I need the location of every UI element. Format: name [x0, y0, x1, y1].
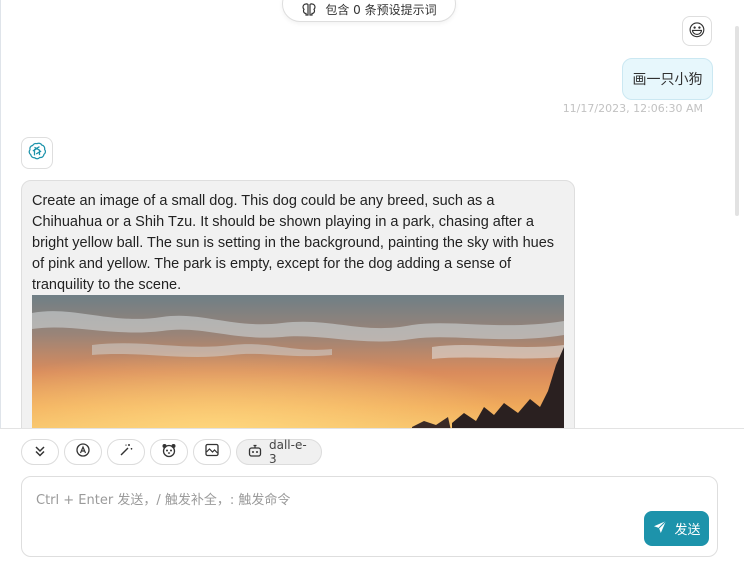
robot-icon	[247, 443, 263, 462]
chevrons-down-icon	[33, 443, 47, 462]
openai-icon	[27, 141, 47, 165]
mask-button[interactable]	[150, 439, 188, 465]
user-avatar[interactable]: 😃	[682, 16, 712, 46]
send-label: 发送	[674, 523, 701, 538]
send-icon	[652, 519, 668, 539]
theme-toggle-button[interactable]	[64, 439, 102, 465]
image-upload-button[interactable]	[193, 439, 231, 465]
magic-wand-icon	[118, 442, 134, 462]
model-select-button[interactable]: dall-e-3	[236, 438, 322, 466]
smiley-emoji: 😃	[688, 20, 706, 41]
model-label: dall-e-3	[269, 438, 307, 466]
chat-input-panel: dall-e-3 Ctrl + Enter 发送，/ 触发补全，: 触发命令 发…	[0, 428, 744, 563]
user-message-text: 画一只小狗	[632, 72, 703, 88]
mask-icon	[161, 442, 177, 462]
brain-icon	[301, 1, 317, 17]
message-timestamp: 11/17/2023, 12:06:30 AM	[562, 102, 703, 115]
prompt-count-pill[interactable]: 包含 0 条预设提示词	[282, 0, 456, 22]
prompt-count-label: 包含 0 条预设提示词	[325, 2, 437, 17]
image-icon	[204, 442, 220, 462]
scrollbar[interactable]	[735, 26, 739, 216]
user-message-bubble: 画一只小狗	[622, 58, 713, 100]
bot-message-text: Create an image of a small dog. This dog…	[32, 193, 555, 293]
theme-auto-icon	[75, 442, 91, 462]
prompt-suggest-button[interactable]	[107, 439, 145, 465]
chat-input[interactable]: Ctrl + Enter 发送，/ 触发补全，: 触发命令 发送	[21, 476, 718, 557]
bot-message-bubble: Create an image of a small dog. This dog…	[21, 180, 575, 440]
send-button[interactable]: 发送	[644, 511, 709, 546]
scroll-to-bottom-button[interactable]	[21, 439, 59, 465]
chat-input-placeholder: Ctrl + Enter 发送，/ 触发补全，: 触发命令	[36, 493, 291, 508]
generated-image[interactable]	[32, 295, 564, 435]
bot-avatar[interactable]	[21, 137, 53, 169]
